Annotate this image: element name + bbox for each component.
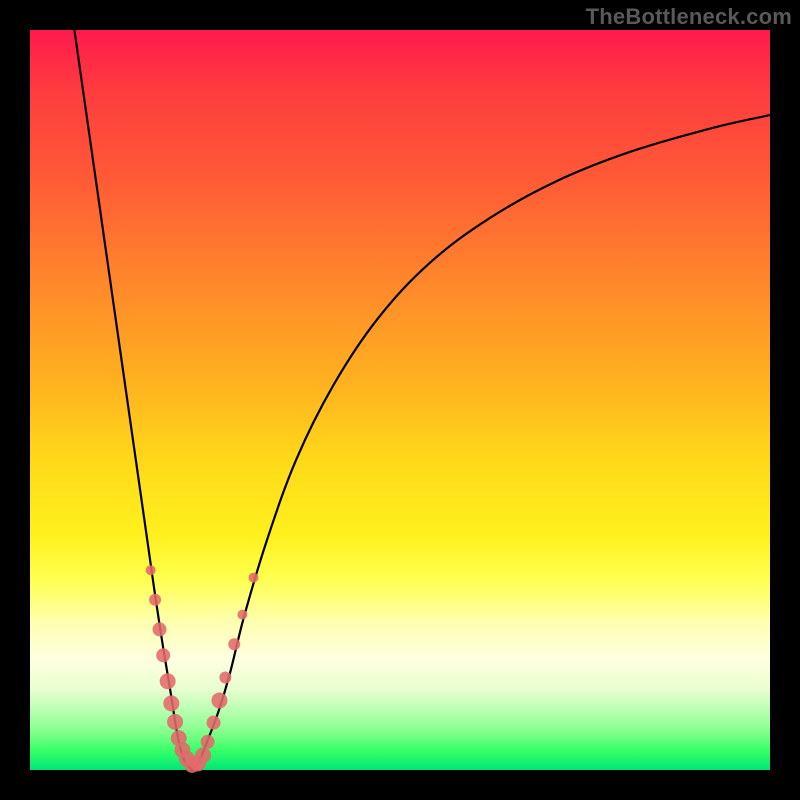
highlight-dot: [163, 695, 179, 711]
plot-area: [30, 30, 770, 770]
highlight-dot: [211, 692, 227, 708]
highlight-dot: [248, 573, 258, 583]
highlight-dot: [160, 673, 176, 689]
curve-left-branch: [74, 30, 192, 770]
chart-svg: [30, 30, 770, 770]
highlight-dot: [201, 735, 215, 749]
highlight-dot: [228, 638, 240, 650]
highlight-dot: [219, 672, 231, 684]
highlight-dot: [156, 648, 170, 662]
curve-right-branch: [193, 115, 770, 770]
chart-frame: TheBottleneck.com: [0, 0, 800, 800]
highlight-dot: [237, 610, 247, 620]
highlight-dot: [146, 565, 156, 575]
highlight-dot: [207, 716, 221, 730]
highlight-dot: [153, 622, 167, 636]
highlight-dot: [167, 714, 183, 730]
highlight-dots-group: [146, 565, 259, 773]
highlight-dot: [149, 594, 161, 606]
highlight-dot: [195, 747, 211, 763]
watermark-text: TheBottleneck.com: [586, 4, 792, 30]
